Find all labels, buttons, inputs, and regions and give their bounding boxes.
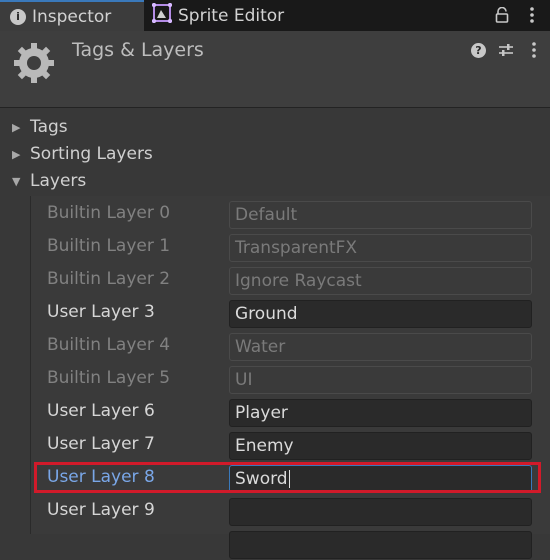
layer-name-field[interactable]	[229, 498, 532, 526]
layer-label: Builtin Layer 0	[47, 203, 171, 223]
help-icon[interactable]: ?	[471, 42, 486, 58]
layer-row	[31, 527, 550, 560]
layer-row: Builtin Layer 2 Ignore Raycast	[31, 263, 550, 296]
layer-name-field[interactable]: Player	[229, 399, 532, 427]
layer-name-field: UI	[229, 366, 532, 394]
tab-sprite-editor[interactable]: Sprite Editor	[151, 0, 302, 31]
layer-name-field: Default	[229, 201, 532, 229]
more-options-icon[interactable]	[524, 4, 540, 26]
layer-row: Builtin Layer 1 TransparentFX	[31, 230, 550, 263]
foldout-label: Layers	[30, 171, 87, 191]
layer-name-field-editing[interactable]: Sword	[229, 465, 532, 493]
foldout-label: Tags	[30, 117, 68, 137]
foldout-sorting-layers[interactable]: ▶ Sorting Layers	[12, 142, 153, 166]
layer-name-field[interactable]: Ground	[229, 300, 532, 328]
layer-row: User Layer 6 Player	[31, 395, 550, 428]
tab-inspector[interactable]: i Inspector	[0, 0, 144, 31]
layer-label: Builtin Layer 5	[47, 368, 171, 388]
field-text: Sword	[235, 469, 288, 489]
sprite-editor-icon	[151, 2, 173, 28]
tab-sprite-editor-label: Sprite Editor	[178, 5, 285, 26]
layer-name-field: Ignore Raycast	[229, 267, 532, 295]
layer-row-selected: User Layer 8 Sword	[31, 461, 550, 494]
preset-settings-icon[interactable]	[498, 39, 514, 61]
layer-row: Builtin Layer 4 Water	[31, 329, 550, 362]
gear-icon	[12, 41, 56, 85]
layer-name-field[interactable]	[229, 531, 532, 559]
window-tab-bar: i Inspector Sprite Editor	[0, 0, 550, 31]
lock-icon[interactable]	[494, 4, 510, 26]
layer-name-field: Water	[229, 333, 532, 361]
foldout-label: Sorting Layers	[30, 144, 153, 164]
layer-row: Builtin Layer 5 UI	[31, 362, 550, 395]
layers-list: Builtin Layer 0 Default Builtin Layer 1 …	[30, 196, 550, 559]
layer-label: User Layer 6	[47, 401, 155, 421]
foldout-tags[interactable]: ▶ Tags	[12, 115, 68, 139]
layer-label: User Layer 3	[47, 302, 155, 322]
layer-label: User Layer 9	[47, 500, 155, 520]
layer-row: User Layer 9	[31, 494, 550, 527]
layer-label: User Layer 7	[47, 434, 155, 454]
collapsed-arrow-icon: ▶	[12, 147, 21, 161]
page-title: Tags & Layers	[72, 39, 204, 61]
layer-label: User Layer 8	[47, 467, 155, 487]
layer-row: User Layer 7 Enemy	[31, 428, 550, 461]
layer-row: User Layer 3 Ground	[31, 296, 550, 329]
info-icon: i	[10, 8, 26, 25]
layer-name-field: TransparentFX	[229, 234, 532, 262]
layer-label: Builtin Layer 2	[47, 269, 171, 289]
inspector-header: Tags & Layers ?	[0, 31, 550, 108]
tab-inspector-label: Inspector	[32, 6, 112, 27]
layer-name-field[interactable]: Enemy	[229, 432, 532, 460]
expanded-arrow-icon: ▼	[12, 174, 21, 188]
text-caret	[288, 470, 290, 488]
collapsed-arrow-icon: ▶	[12, 120, 21, 134]
component-menu-icon[interactable]	[526, 39, 542, 61]
layer-row: Builtin Layer 0 Default	[31, 197, 550, 230]
layer-label: Builtin Layer 4	[47, 335, 171, 355]
foldout-layers[interactable]: ▼ Layers	[12, 169, 86, 193]
layer-label: Builtin Layer 1	[47, 236, 171, 256]
